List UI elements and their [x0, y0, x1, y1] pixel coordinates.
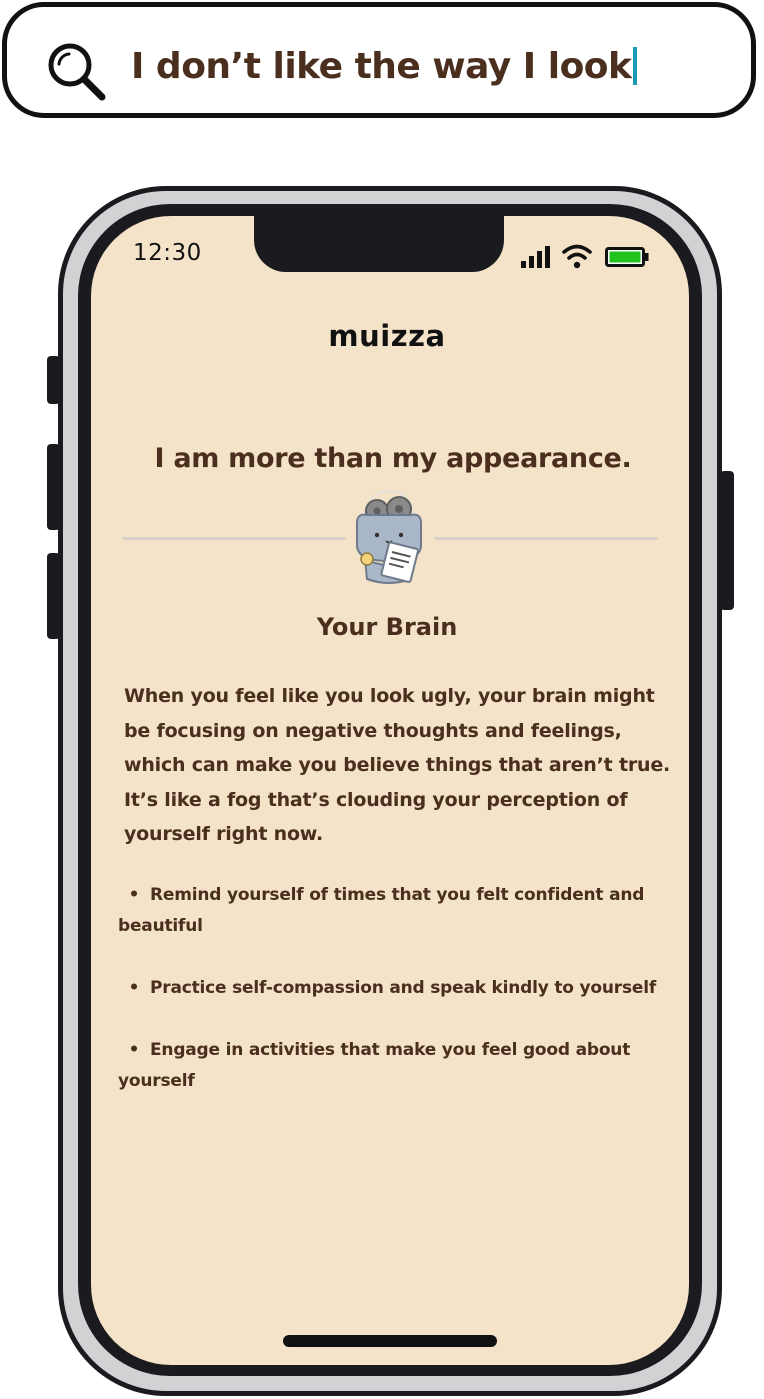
notch: [254, 216, 504, 272]
text-caret: [633, 47, 638, 85]
status-time: 12:30: [133, 240, 202, 266]
brain-mascot-icon: [356, 490, 422, 584]
tip-text: Practice self-compassion and speak kindl…: [150, 978, 657, 998]
list-item: • Remind yourself of times that you felt …: [118, 880, 678, 942]
list-item: • Engage in activities that make you feel…: [118, 1035, 678, 1097]
bullet-icon: •: [128, 978, 140, 998]
app-title: muizza: [328, 319, 446, 353]
wifi-icon: [562, 244, 592, 269]
search-bar[interactable]: I don’t like the way I look: [2, 2, 756, 118]
tip-text: Remind yourself of times that you felt c…: [118, 885, 645, 936]
bullet-icon: •: [128, 1040, 140, 1060]
section-title: Your Brain: [316, 613, 458, 641]
divider-right: [434, 537, 658, 540]
search-input[interactable]: I don’t like the way I look: [131, 41, 638, 93]
tip-text: Engage in activities that make you feel …: [118, 1040, 631, 1091]
power-button: [720, 471, 734, 610]
affirmation-heading: I am more than my appearance.: [154, 443, 632, 474]
divider-left: [122, 537, 346, 540]
home-indicator[interactable]: [283, 1335, 497, 1347]
tips-list: • Remind yourself of times that you felt …: [118, 880, 678, 1128]
signal-icon: [521, 246, 550, 268]
search-icon: [48, 43, 106, 101]
body-paragraph: When you feel like you look ugly, your b…: [124, 685, 671, 845]
battery-icon: [605, 247, 649, 267]
list-item: • Practice self-compassion and speak kind…: [118, 973, 678, 1004]
bullet-icon: •: [128, 885, 140, 905]
search-query: I don’t like the way I look: [131, 46, 632, 87]
phone-screen: 12:30 muizza I am more than my appearanc…: [91, 216, 689, 1365]
